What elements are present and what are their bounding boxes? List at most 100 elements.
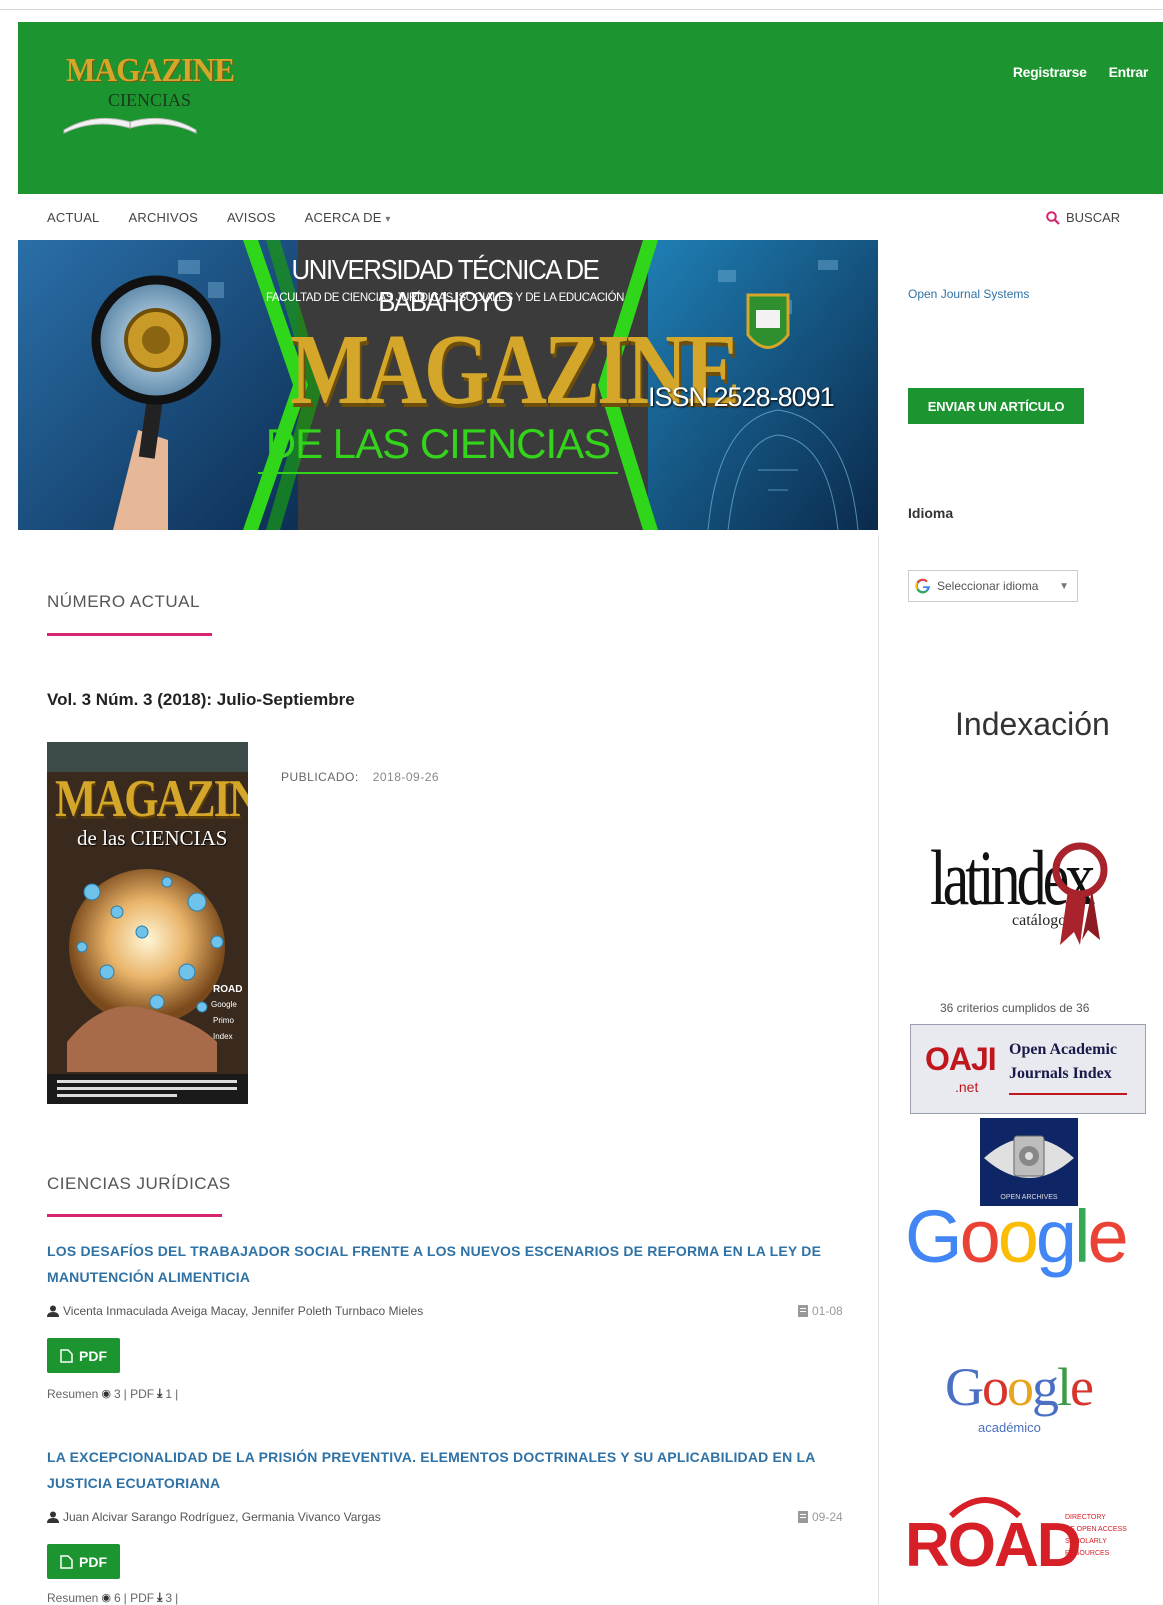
latindex-criteria: 36 criterios cumplidos de 36: [940, 1001, 1090, 1015]
article-title[interactable]: LOS DESAFÍOS DEL TRABAJADOR SOCIAL FRENT…: [47, 1238, 847, 1290]
site-logo[interactable]: MAGAZINE CIENCIAS: [60, 52, 235, 140]
oaji-net: .net: [955, 1079, 979, 1095]
stats-resumen: Resumen: [47, 1590, 99, 1605]
google-scholar-text: Google: [945, 1357, 1094, 1417]
language-heading: Idioma: [908, 505, 954, 521]
pdf-file-icon: [60, 1554, 73, 1569]
user-links: Registrarse Entrar: [1013, 64, 1148, 80]
latindex-logo[interactable]: latindex catálogo: [920, 820, 1130, 970]
google-scholar-sub: académico: [978, 1420, 1041, 1435]
article-title[interactable]: LA EXCEPCIONALIDAD DE LA PRISIÓN PREVENT…: [47, 1444, 847, 1496]
google-text: Google: [905, 1195, 1129, 1278]
pdf-file-icon: [60, 1348, 73, 1363]
eye-archive-icon: [984, 1135, 1074, 1178]
section-underline: [47, 1214, 222, 1217]
article-pages: 09-24: [797, 1510, 843, 1524]
published-info: PUBLICADO: 2018-09-26: [281, 770, 439, 784]
nav-item-acerca[interactable]: ACERCA DE ▾: [305, 210, 391, 225]
authors-text: Juan Alcivar Sarango Rodríguez, Germania…: [63, 1510, 381, 1524]
nav-item-archivos[interactable]: ARCHIVOS: [129, 210, 199, 225]
heading-underline: [47, 633, 212, 636]
pdf-button[interactable]: PDF: [47, 1338, 120, 1373]
stats-downloads: 3: [165, 1590, 173, 1605]
pdf-label: PDF: [79, 1347, 107, 1364]
ojs-link[interactable]: Open Journal Systems: [908, 287, 1029, 301]
search-icon: [1046, 210, 1060, 225]
road-arc-icon: [948, 1497, 1022, 1518]
stats-views: 6: [113, 1590, 121, 1605]
stats-resumen: Resumen: [47, 1386, 99, 1401]
user-icon: [47, 1511, 59, 1523]
road-subtitle: DIRECTORY OF OPEN ACCESS SCHOLARLY RESOU…: [1065, 1512, 1127, 1560]
article-stats: Resumen ◉ 3 | PDF ⤓ 1 |: [47, 1386, 178, 1401]
current-issue-heading: NÚMERO ACTUAL: [47, 592, 200, 611]
oaji-name2: Journals Index: [1009, 1065, 1112, 1082]
article-authors: Vicenta Inmaculada Aveiga Macay, Jennife…: [47, 1304, 423, 1318]
stats-views: 3: [113, 1386, 121, 1401]
authors-text: Vicenta Inmaculada Aveiga Macay, Jennife…: [63, 1304, 424, 1318]
pdf-label: PDF: [79, 1553, 107, 1570]
cover-index-primo: Primo: [213, 1016, 234, 1025]
stats-pdf: | PDF: [123, 1386, 155, 1401]
google-g-icon: [915, 578, 930, 594]
road-sub-line: SCHOLARLY: [1065, 1538, 1107, 1545]
open-archives-logo[interactable]: OPEN ARCHIVES: [980, 1118, 1078, 1206]
article-authors: Juan Alcivar Sarango Rodríguez, Germania…: [47, 1510, 381, 1524]
book-icon: [63, 117, 197, 134]
cover-subtitle: de las CIENCIAS: [77, 826, 228, 850]
road-logo[interactable]: ROAD DIRECTORY OF OPEN ACCESS SCHOLARLY …: [905, 1490, 1160, 1605]
pdf-button[interactable]: PDF: [47, 1544, 120, 1579]
login-link[interactable]: Entrar: [1109, 64, 1149, 80]
nav-item-actual[interactable]: ACTUAL: [47, 210, 100, 225]
eye-icon: ◉: [101, 1388, 111, 1400]
banner-subtitle: DE LAS CIENCIAS: [258, 420, 618, 474]
file-icon: [798, 1305, 808, 1317]
google-logo[interactable]: Google: [905, 1200, 1129, 1274]
published-date: 2018-09-26: [372, 770, 440, 784]
published-label: PUBLICADO:: [281, 770, 359, 784]
chevron-down-icon: ▾: [385, 214, 391, 225]
submit-article-button[interactable]: ENVIAR UN ARTÍCULO: [908, 388, 1084, 424]
cover-index-google: Google: [211, 1000, 237, 1009]
browser-top-border: [0, 0, 1163, 10]
search-link[interactable]: BUSCAR: [1046, 210, 1120, 225]
site-header: MAGAZINE CIENCIAS Registrarse Entrar: [18, 22, 1163, 194]
article-pages: 01-08: [797, 1304, 843, 1318]
road-sub-line: OF OPEN ACCESS: [1065, 1526, 1127, 1533]
search-label: BUSCAR: [1066, 210, 1121, 225]
pages-text: 01-08: [812, 1304, 843, 1318]
register-link[interactable]: Registrarse: [1013, 64, 1087, 80]
user-icon: [47, 1305, 59, 1317]
google-scholar-logo[interactable]: Google: [945, 1357, 1094, 1417]
banner-issn: ISSN 2528-8091: [648, 382, 835, 412]
section-heading: CIENCIAS JURÍDICAS: [47, 1174, 231, 1193]
content-divider: [878, 535, 879, 1605]
oaji-underline: [1009, 1093, 1127, 1095]
nav-item-acerca-label: ACERCA DE: [304, 210, 382, 225]
main-nav: ACTUAL ARCHIVOS AVISOS ACERCA DE ▾: [47, 210, 391, 225]
banner-university: UNIVERSIDAD TÉCNICA DE BABAHOYO: [291, 254, 600, 317]
issue-cover[interactable]: MAGAZINE de las CIENCIAS ROAD Google Pri…: [47, 742, 248, 1104]
cover-title: MAGAZINE: [55, 769, 248, 828]
language-select[interactable]: Seleccionar idioma ▼: [908, 570, 1078, 602]
cover-index-road: ROAD: [213, 984, 243, 995]
road-sub-line: RESOURCES: [1065, 1550, 1110, 1557]
download-icon: ⤓: [157, 1590, 163, 1604]
logo-title: MAGAZINE: [66, 52, 235, 89]
stats-end: |: [175, 1386, 179, 1401]
indexing-heading: Indexación: [955, 706, 1110, 742]
issue-title[interactable]: Vol. 3 Núm. 3 (2018): Julio-Septiembre: [47, 690, 355, 710]
road-sub-line: DIRECTORY: [1065, 1514, 1106, 1521]
dropdown-arrow-icon: ▼: [1059, 580, 1069, 592]
nav-item-avisos[interactable]: AVISOS: [227, 210, 276, 225]
download-icon: ⤓: [157, 1386, 163, 1400]
banner-faculty: FACULTAD DE CIENCIAS JURÍDICAS, SOCIALES…: [265, 292, 625, 304]
eye-icon: ◉: [101, 1592, 111, 1604]
oaji-logo[interactable]: OAJI .net Open Academic Journals Index: [910, 1024, 1146, 1114]
stats-end: |: [175, 1590, 179, 1605]
stats-pdf: | PDF: [123, 1590, 155, 1605]
file-icon: [798, 1511, 808, 1523]
banner-title: MAGAZINE: [290, 314, 740, 426]
cover-index-index: Index: [213, 1032, 233, 1041]
language-select-value: Seleccionar idioma: [937, 579, 1039, 593]
